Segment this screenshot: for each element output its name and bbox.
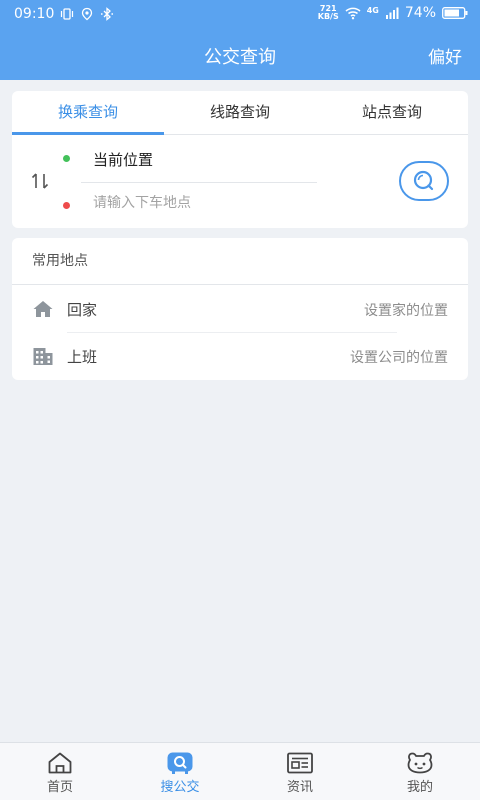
home-icon (48, 752, 72, 774)
preferences-button[interactable]: 偏好 (428, 43, 462, 68)
net-speed-unit: KB/S (317, 12, 339, 21)
battery-icon (442, 7, 468, 19)
nav-home[interactable]: 首页 (0, 743, 120, 800)
tab-station-query[interactable]: 站点查询 (316, 91, 468, 134)
place-row-work[interactable]: 上班 设置公司的位置 (12, 333, 468, 379)
status-bar-left: 09:10 (14, 6, 114, 22)
search-button[interactable] (399, 161, 449, 201)
query-tabs: 换乘查询 线路查询 站点查询 (12, 91, 468, 135)
nav-profile-label: 我的 (406, 780, 433, 795)
nav-search-bus[interactable]: 搜公交 (120, 743, 240, 800)
wifi-icon (345, 7, 361, 20)
route-search-card: 换乘查询 线路查询 站点查询 当前位置 (12, 91, 468, 228)
status-time: 09:10 (14, 6, 55, 22)
place-label-work: 上班 (67, 348, 98, 366)
frequent-places-card: 常用地点 回家 设置家的位置 上班 设置公司的位置 (12, 238, 468, 380)
status-bar: 09:10 721 KB/S 4G 74% (0, 0, 480, 30)
bottom-navigation: 首页 搜公交 资讯 我的 (0, 742, 480, 800)
profile-icon (407, 752, 433, 774)
home-icon (33, 301, 53, 317)
nav-home-label: 首页 (46, 780, 73, 795)
location-icon (82, 7, 93, 21)
set-work-location-link[interactable]: 设置公司的位置 (350, 347, 448, 367)
network-type: 4G (366, 5, 379, 15)
search-icon (413, 170, 434, 191)
swap-icon[interactable] (30, 171, 50, 191)
end-point-dot (63, 202, 70, 209)
building-icon (33, 348, 53, 365)
place-label-home: 回家 (67, 301, 98, 319)
place-row-home[interactable]: 回家 设置家的位置 (12, 286, 468, 332)
frequent-places-title: 常用地点 (12, 238, 468, 285)
field-divider (81, 182, 317, 183)
battery-percent: 74% (404, 5, 436, 21)
tab-transfer-query[interactable]: 换乘查询 (12, 91, 164, 135)
signal-icon (385, 7, 399, 19)
net-speed: 721 KB/S (318, 5, 339, 21)
nav-search-bus-label: 搜公交 (160, 780, 200, 795)
search-bus-icon (167, 752, 193, 774)
set-home-location-link[interactable]: 设置家的位置 (364, 300, 448, 320)
start-location-field[interactable]: 当前位置 (93, 149, 153, 170)
page-title: 公交查询 (204, 47, 276, 68)
tab-line-query[interactable]: 线路查询 (164, 91, 316, 134)
status-bar-right: 721 KB/S 4G 74% (318, 5, 468, 21)
nav-profile[interactable]: 我的 (360, 743, 480, 800)
nav-news-label: 资讯 (286, 780, 313, 795)
nav-news[interactable]: 资讯 (240, 743, 360, 800)
bluetooth-icon (101, 7, 114, 21)
news-icon (287, 752, 313, 774)
destination-input[interactable] (93, 195, 313, 211)
vibrate-icon (61, 8, 74, 20)
start-point-dot (63, 155, 70, 162)
app-header: 公交查询 偏好 (0, 30, 480, 80)
